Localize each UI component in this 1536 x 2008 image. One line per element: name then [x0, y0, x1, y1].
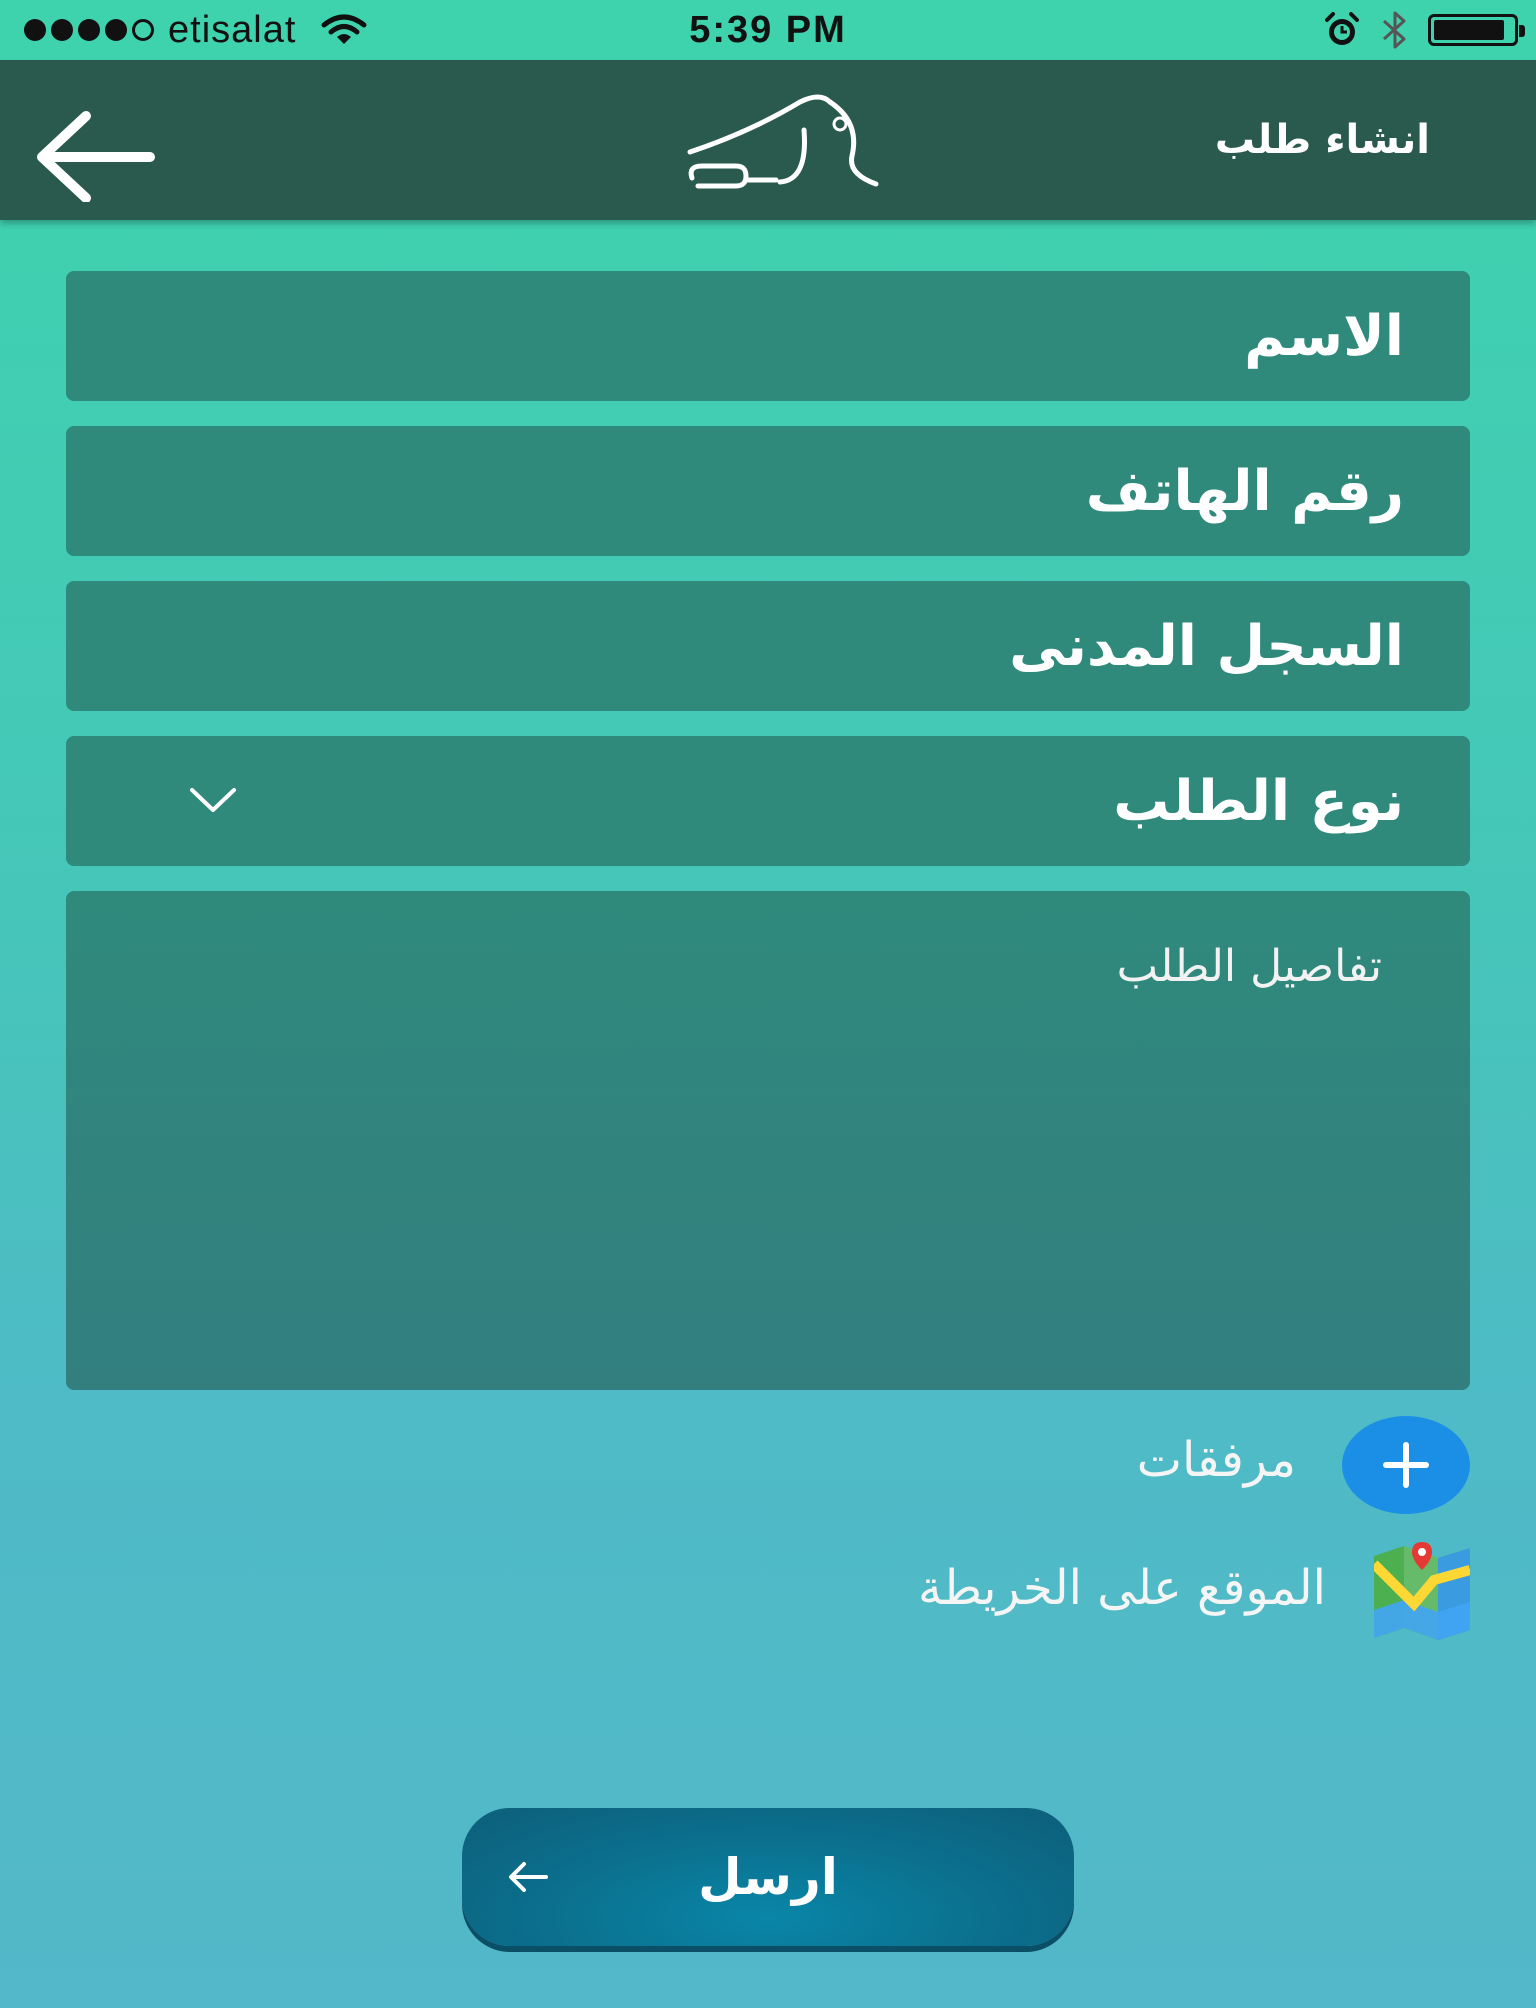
map-location-label[interactable]: الموقع على الخريطة	[918, 1560, 1326, 1616]
arrow-left-icon	[37, 111, 155, 202]
status-time: 5:39 PM	[689, 9, 847, 51]
battery-level	[1434, 20, 1504, 40]
chevron-down-icon	[190, 788, 236, 812]
name-placeholder: الاسم	[1244, 303, 1404, 369]
details-placeholder: تفاصيل الطلب	[1116, 941, 1382, 992]
app-logo	[687, 94, 879, 189]
battery-icon	[1428, 14, 1525, 46]
phone-field[interactable]: رقم الهاتف	[66, 426, 1470, 556]
phone-placeholder: رقم الهاتف	[1085, 458, 1404, 524]
civil-id-field[interactable]: السجل المدنى	[66, 581, 1470, 711]
civil-id-placeholder: السجل المدنى	[1009, 613, 1404, 679]
name-field[interactable]: الاسم	[66, 271, 1470, 401]
add-attachment-button[interactable]	[1342, 1416, 1470, 1514]
submit-label: ارسل	[698, 1848, 838, 1906]
request-type-placeholder: نوع الطلب	[1113, 768, 1404, 834]
bluetooth-icon	[1382, 11, 1406, 49]
map-icon[interactable]	[1374, 1540, 1470, 1640]
submit-button[interactable]: ارسل	[462, 1808, 1074, 1946]
arrow-left-icon	[509, 1862, 548, 1892]
details-textarea[interactable]: تفاصيل الطلب	[66, 891, 1470, 1390]
status-right	[1322, 8, 1525, 52]
request-type-select[interactable]: نوع الطلب	[66, 736, 1470, 866]
nav-bar: انشاء طلب	[0, 60, 1536, 220]
back-button[interactable]	[28, 102, 158, 202]
battery-nub	[1519, 25, 1525, 37]
plus-icon	[1383, 1442, 1429, 1488]
attachments-label[interactable]: مرفقات	[1137, 1432, 1296, 1488]
alarm-icon	[1325, 12, 1359, 45]
page-title: انشاء طلب	[1214, 117, 1430, 163]
status-bar: etisalat 5:39 PM	[0, 0, 1536, 60]
